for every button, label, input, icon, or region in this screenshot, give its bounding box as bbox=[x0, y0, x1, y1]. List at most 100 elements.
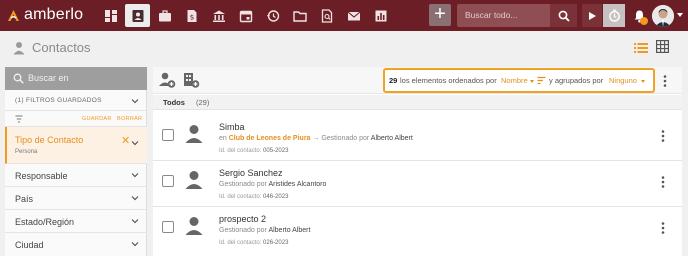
manager-name: Aristides Alcantoro bbox=[268, 181, 327, 188]
search-button[interactable] bbox=[550, 4, 577, 27]
nav-calendar[interactable] bbox=[233, 4, 258, 27]
chevron-down-icon bbox=[131, 173, 139, 178]
organization-link[interactable]: Club de Leones de Piura bbox=[229, 135, 311, 142]
grid-view-icon[interactable] bbox=[656, 40, 669, 53]
nav-mail[interactable] bbox=[341, 4, 366, 27]
start-timer-button[interactable] bbox=[582, 4, 602, 27]
mail-icon bbox=[347, 11, 360, 20]
search-input[interactable]: Buscar todo... bbox=[465, 4, 517, 27]
saved-filters-dropdown[interactable]: (1) FILTROS GUARDADOS bbox=[5, 90, 147, 111]
contact-id-value: 026-2023 bbox=[263, 240, 289, 246]
filter-label: Ciudad bbox=[15, 240, 44, 250]
add-organization-icon[interactable] bbox=[183, 71, 200, 89]
filter-ciudad[interactable]: Ciudad bbox=[5, 233, 147, 256]
filter-estado-region[interactable]: Estado/Región bbox=[5, 210, 147, 233]
nav-time[interactable] bbox=[260, 4, 285, 27]
add-person-icon[interactable] bbox=[158, 71, 176, 89]
chevron-down-icon bbox=[131, 99, 139, 104]
caret-down-icon[interactable] bbox=[530, 80, 534, 83]
contact-row[interactable]: Simba en Club de Leones de Piura → Gesti… bbox=[153, 116, 682, 161]
group-count: (29) bbox=[196, 98, 210, 107]
filter-pais[interactable]: País bbox=[5, 187, 147, 210]
contact-meta: en Club de Leones de Piura → Gestionado … bbox=[219, 135, 413, 142]
contact-name[interactable]: Simba bbox=[219, 122, 245, 132]
filter-responsable[interactable]: Responsable bbox=[5, 164, 147, 187]
search-icon bbox=[13, 73, 24, 84]
nav-bank[interactable] bbox=[206, 4, 231, 27]
row-more-options-icon[interactable] bbox=[661, 222, 665, 234]
nav-matters[interactable] bbox=[152, 4, 177, 27]
person-avatar-icon bbox=[185, 171, 203, 189]
contact-id-value: 005-2023 bbox=[263, 148, 289, 154]
manager-name: Alberto Albert bbox=[370, 135, 413, 142]
nav-reports[interactable] bbox=[368, 4, 393, 27]
user-photo-icon bbox=[652, 5, 674, 27]
filter-label: Estado/Región bbox=[15, 217, 75, 227]
group-title: Todos bbox=[163, 98, 185, 107]
user-menu-caret-icon[interactable] bbox=[677, 13, 683, 17]
contact-id-label: Id. del contacto: bbox=[219, 194, 262, 200]
contact-id: Id. del contacto: 026-2023 bbox=[219, 240, 288, 246]
nav-contacts[interactable] bbox=[125, 4, 150, 27]
contact-name[interactable]: Sergio Sanchez bbox=[219, 168, 283, 178]
nav-documents[interactable] bbox=[287, 4, 312, 27]
list-view-icon[interactable] bbox=[634, 41, 648, 55]
saved-filters-label: (1) FILTROS GUARDADOS bbox=[15, 97, 102, 104]
notifications-button[interactable] bbox=[628, 4, 650, 27]
group-header: Todos (29) bbox=[153, 95, 682, 110]
contact-id-value: 046-2023 bbox=[263, 194, 289, 200]
calendar-icon bbox=[239, 10, 252, 22]
filter-label: Tipo de Contacto bbox=[15, 135, 84, 145]
row-checkbox[interactable] bbox=[162, 175, 174, 187]
chart-icon bbox=[375, 10, 386, 21]
nav-invoices[interactable]: $ bbox=[179, 4, 204, 27]
contact-row[interactable]: prospecto 2 Gestionado por Alberto Alber… bbox=[153, 208, 682, 253]
contact-id-label: Id. del contacto: bbox=[219, 148, 262, 154]
sidebar-search[interactable]: Buscar en bbox=[5, 67, 147, 90]
contact-meta: Gestionado por Alberto Albert bbox=[219, 227, 310, 234]
list-toolbar: 29 los elementos ordenados por Nombre y … bbox=[153, 67, 682, 94]
managed-by-label: Gestionado por bbox=[321, 135, 370, 142]
sort-direction-icon[interactable] bbox=[537, 76, 546, 85]
save-filter-button[interactable]: GUARDAR bbox=[82, 116, 112, 122]
managed-by-label: Gestionado por bbox=[219, 181, 267, 188]
clear-filter-button[interactable]: BORRAR bbox=[117, 116, 142, 122]
filter-tipo-de-contacto[interactable]: Tipo de Contacto Persona ✕ bbox=[5, 127, 147, 164]
svg-text:$: $ bbox=[189, 13, 193, 21]
filter-actions-row: GUARDAR BORRAR bbox=[5, 111, 147, 127]
nav-dashboard[interactable] bbox=[98, 4, 123, 27]
page-header: Contactos bbox=[0, 31, 688, 65]
group-field-dropdown[interactable]: Ninguno bbox=[609, 76, 637, 85]
user-avatar[interactable] bbox=[652, 5, 674, 27]
search-icon bbox=[558, 10, 570, 22]
chevron-down-icon bbox=[131, 242, 139, 247]
person-avatar-icon bbox=[185, 217, 203, 235]
contacts-list-panel: 29 los elementos ordenados por Nombre y … bbox=[153, 67, 682, 256]
timer-button[interactable] bbox=[603, 4, 625, 27]
remove-filter-icon[interactable]: ✕ bbox=[121, 134, 130, 147]
row-more-options-icon[interactable] bbox=[661, 176, 665, 188]
person-icon bbox=[13, 42, 25, 55]
quick-add-button[interactable]: + bbox=[429, 4, 451, 26]
app-name: amberlo bbox=[24, 6, 84, 23]
nav-document-search[interactable] bbox=[314, 4, 339, 27]
sort-group-controls: 29 los elementos ordenados por Nombre y … bbox=[383, 68, 655, 93]
row-checkbox[interactable] bbox=[162, 129, 174, 141]
sort-field-dropdown[interactable]: Nombre bbox=[501, 76, 528, 85]
app-logo[interactable]: amberlo bbox=[7, 5, 83, 25]
filter-label: País bbox=[15, 194, 34, 204]
contact-row[interactable]: Sergio Sanchez Gestionado por Aristides … bbox=[153, 162, 682, 207]
stopwatch-icon bbox=[608, 9, 620, 22]
contact-name[interactable]: prospecto 2 bbox=[219, 214, 266, 224]
more-options-icon[interactable] bbox=[663, 75, 667, 87]
caret-down-icon[interactable] bbox=[641, 80, 645, 83]
sidebar-search-input[interactable]: Buscar en bbox=[28, 67, 69, 90]
play-icon bbox=[589, 11, 596, 20]
row-checkbox[interactable] bbox=[162, 221, 174, 233]
sorted-by-text: los elementos ordenados por bbox=[400, 76, 497, 85]
chevron-down-icon bbox=[131, 196, 139, 201]
grouped-by-text: y agrupados por bbox=[549, 76, 604, 85]
dashboard-icon bbox=[104, 9, 117, 22]
filter-icon bbox=[15, 115, 23, 123]
row-more-options-icon[interactable] bbox=[661, 130, 665, 142]
